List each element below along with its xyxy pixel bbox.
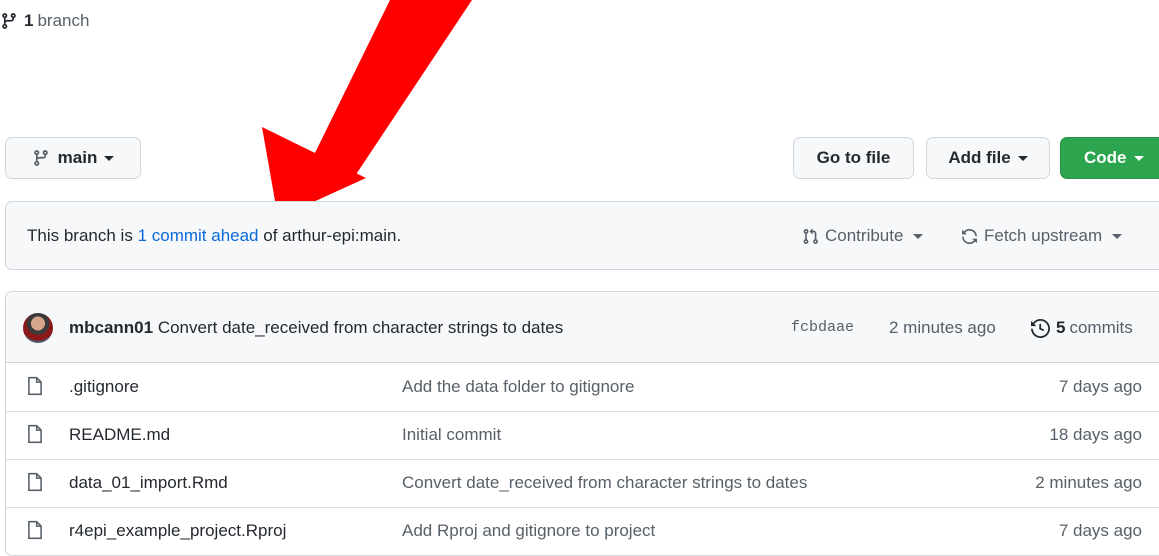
file-commit-date: 18 days ago — [1049, 425, 1142, 444]
file-name-link[interactable]: README.md — [69, 425, 170, 445]
file-commit-message-link[interactable]: Initial commit — [402, 425, 501, 445]
file-icon — [28, 424, 42, 444]
file-commit-message-link[interactable]: Convert date_received from character str… — [402, 473, 807, 493]
branch-ahead-prefix: This branch is — [27, 226, 133, 245]
avatar[interactable] — [23, 313, 53, 343]
add-file-label: Add file — [948, 148, 1011, 167]
file-icon — [28, 376, 42, 396]
chevron-down-icon — [913, 233, 924, 239]
git-pull-request-icon — [803, 228, 818, 244]
branch-ahead-banner: This branch is 1 commit ahead of arthur-… — [5, 201, 1159, 270]
file-name-link[interactable]: r4epi_example_project.Rproj — [69, 521, 286, 541]
chevron-down-icon — [104, 155, 115, 161]
fetch-upstream-dropdown[interactable]: Fetch upstream — [961, 226, 1123, 246]
commit-sha[interactable]: fcbdaae — [791, 319, 854, 336]
code-button-label: Code — [1084, 148, 1127, 167]
commits-ahead-link[interactable]: 1 commit ahead — [138, 226, 259, 245]
branch-ahead-suffix: of arthur-epi:main. — [263, 226, 402, 245]
contribute-label: Contribute — [825, 226, 904, 245]
file-commit-message-link[interactable]: Add Rproj and gitignore to project — [402, 521, 655, 541]
file-commit-date: 7 days ago — [1058, 521, 1142, 540]
git-branch-icon — [33, 150, 48, 166]
file-commit-date: 7 days ago — [1058, 377, 1142, 396]
file-commit-message-link[interactable]: Add the data folder to gitignore — [402, 377, 635, 397]
commit-time[interactable]: 2 minutes ago — [889, 318, 996, 338]
branch-selector-button[interactable]: main — [5, 137, 141, 179]
chevron-down-icon — [1133, 155, 1144, 161]
go-to-file-button[interactable]: Go to file — [793, 137, 914, 179]
add-file-button[interactable]: Add file — [926, 137, 1050, 179]
commit-author[interactable]: mbcann01 — [69, 318, 153, 337]
file-row: data_01_import.Rmd Convert date_received… — [6, 459, 1159, 508]
file-listing: mbcann01 Convert date_received from char… — [5, 291, 1159, 556]
sync-icon — [962, 228, 977, 244]
file-name-link[interactable]: data_01_import.Rmd — [69, 473, 228, 493]
latest-commit-bar: mbcann01 Convert date_received from char… — [6, 292, 1159, 363]
go-to-file-label: Go to file — [816, 148, 891, 167]
file-row: .gitignore Add the data folder to gitign… — [6, 363, 1159, 412]
branch-ahead-text: This branch is 1 commit ahead of arthur-… — [27, 226, 401, 246]
branch-selector-label: main — [57, 148, 98, 167]
file-name-link[interactable]: .gitignore — [69, 377, 139, 397]
contribute-dropdown[interactable]: Contribute — [802, 226, 924, 246]
file-commit-date: 2 minutes ago — [1035, 473, 1142, 492]
annotation-arrow-shaft — [313, 0, 472, 182]
commits-history-link[interactable]: 5 commits — [1031, 318, 1133, 338]
commit-count: 5 — [1056, 318, 1066, 337]
file-row: r4epi_example_project.Rproj Add Rproj an… — [6, 507, 1159, 555]
file-icon — [28, 472, 42, 492]
file-icon — [28, 520, 42, 540]
latest-commit-message: mbcann01 Convert date_received from char… — [69, 318, 563, 338]
code-button[interactable]: Code — [1060, 137, 1159, 179]
fetch-upstream-label: Fetch upstream — [984, 226, 1103, 245]
commit-message-link[interactable]: Convert date_received from character str… — [158, 318, 563, 337]
commits-label: commits — [1069, 318, 1133, 337]
chevron-down-icon — [1112, 233, 1123, 239]
chevron-down-icon — [1017, 155, 1028, 161]
file-row: README.md Initial commit 18 days ago — [6, 411, 1159, 460]
history-icon — [1031, 318, 1050, 338]
